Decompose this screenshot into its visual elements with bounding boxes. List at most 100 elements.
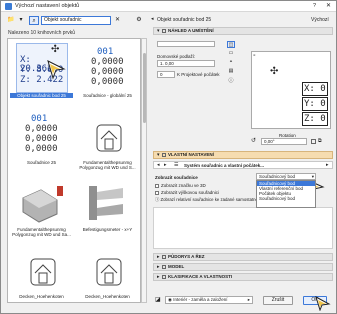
section-custom-settings[interactable]: ▾ VLASTNÍ NASTAVENÍ [153, 151, 333, 159]
library-item[interactable]: Decken_Hoehenkoten [76, 242, 139, 308]
mirror-icon[interactable]: ⧉ [318, 138, 322, 144]
library-item-caption: Fundamentalthepsunmg Polygonzug mit WD u… [12, 227, 71, 237]
library-item[interactable]: Fundamentalthepsunmg Polygonzug mit WD u… [10, 175, 73, 241]
foundation-3d-icon [22, 186, 63, 223]
info-icon[interactable]: ⓘ [227, 77, 235, 84]
library-item-caption: Befestigungsmeter - x+Y [82, 227, 133, 232]
section-title: NÁHLED A UMÍSTĚNÍ [168, 28, 214, 33]
dropdown-option[interactable]: Souřadnicový bod [257, 196, 315, 201]
library-item-caption: Souřadnice - globální 25 [83, 93, 132, 98]
layer-icon: ◪ [155, 297, 161, 303]
expand-icon: ▾ [157, 152, 160, 158]
layer-field[interactable] [157, 41, 215, 47]
show-3d-checkbox[interactable] [155, 183, 159, 188]
preview-section-icon [162, 29, 166, 33]
show-3d-row[interactable]: Zobrazit značku ve 3D [155, 183, 206, 188]
library-item[interactable]: Fundamentalthepsunmg Polygonzug mit WD u… [76, 108, 139, 174]
tab-list-icon[interactable]: ☰ [174, 162, 178, 168]
cancel-button[interactable]: Zrušit [263, 296, 293, 305]
elevation-input[interactable]: 1. 0,00 [157, 60, 215, 67]
bracket-3d-icon [89, 186, 123, 220]
floor-plan-icon [162, 255, 166, 259]
thumbnail-text: 001 [97, 47, 114, 57]
section-model[interactable]: ▸ MODEL [153, 263, 333, 271]
library-item-caption: Objekt souřadnic bod 25 [10, 93, 73, 98]
library-item[interactable]: Decken_Hoehenkoten [10, 242, 73, 308]
settings-icon[interactable]: ⚙ [133, 16, 145, 25]
library-item-thumbnail [16, 244, 68, 294]
3d-view-icon[interactable]: ▭ [227, 50, 235, 57]
default-label: Výchozí [311, 17, 329, 23]
title-bar: Výchozí nastavení objektů ? ✕ [1, 1, 336, 12]
clear-search-icon[interactable]: ✕ [114, 16, 121, 25]
object-name: Objekt souřadnic bod 25 [157, 17, 212, 23]
section-floor-plan[interactable]: ▾ NÁHLED A UMÍSTĚNÍ [153, 27, 333, 35]
search-icon[interactable]: ⌕ [29, 16, 39, 25]
app-icon [5, 3, 12, 10]
layer-select[interactable]: ◉ Interiér - zaměla a založení ▸ [165, 296, 253, 304]
library-item-thumbnail: 001 0,0000 0,0000 0,0000 [82, 43, 134, 93]
library-item[interactable]: 001 0,0000 0,0000 0,0000 Souřadnice 25 [10, 108, 73, 174]
rotation-input[interactable]: 0,00° [261, 138, 307, 145]
library-item[interactable]: 001 0,0000 0,0000 0,0000 Souřadnice - globál… [76, 41, 139, 107]
tab-next-icon[interactable]: ▸ [164, 162, 167, 168]
section-floor-plan-section[interactable]: ▸ PŮDORYS A ŘEZ [153, 253, 333, 261]
rotation-icon: ↺ [251, 138, 257, 144]
window-title: Výchozí nastavení objektů [15, 3, 80, 9]
library-browser: 📁 ▾ ⌕ Objekt souřadnic ✕ ⚙ Nalezeno 10 k… [7, 15, 147, 307]
elevation-view-icon[interactable]: ▤ [227, 68, 235, 75]
preview-y: Y: 0 [302, 97, 328, 111]
thumbnail-text: 0,0000 [25, 134, 58, 144]
coords-select-value: Souřadnicový bod [259, 174, 296, 179]
object-preview: ⊕ ✣ X: 0 Y: 0 Z: 0 [251, 51, 331, 129]
model-icon [162, 265, 166, 269]
tab-label[interactable]: Systém souřadnic a vlastní počátek... [184, 163, 264, 168]
search-input[interactable]: Objekt souřadnic [41, 16, 111, 25]
plan-view-icon[interactable]: ◫ [227, 41, 235, 48]
library-item-caption: Decken_Hoehenkoten [85, 294, 130, 299]
library-item-caption: Fundamentalthepsunmg Polygonzug mit WD u… [79, 160, 136, 170]
coords-dropdown: Souřadnicový bod Vlastní referenční bod … [256, 180, 316, 208]
section-classification[interactable]: ▸ KLASIFIKACE A VLASTNOSTI [153, 273, 333, 281]
preview-z: Z: 0 [302, 112, 328, 126]
layer-select-value: Interiér - zaměla a založení [173, 297, 228, 302]
chevron-right-icon: ▸ [247, 297, 250, 302]
preview-x: X: 0 [302, 82, 328, 96]
footer: ◪ ◉ Interiér - zaměla a založení ▸ Zrušit… [153, 295, 333, 307]
thumbnail-text: 0,0000 [91, 57, 124, 67]
section-view-icon[interactable]: ◓ [227, 59, 235, 66]
section-title: VLASTNÍ NASTAVENÍ [168, 152, 214, 157]
chevron-down-icon: ▾ [311, 174, 314, 179]
library-item-caption: Decken_Hoehenkoten [19, 294, 64, 299]
coords-select[interactable]: Souřadnicový bod ▾ [256, 173, 316, 180]
help-button[interactable]: ? [313, 3, 316, 9]
chevron-down-icon[interactable]: ▾ [17, 16, 25, 25]
show-coords-label: Zobrazit souřadnice [155, 175, 198, 180]
tab-menu-icon[interactable]: ▸ [326, 162, 329, 168]
collapse-icon[interactable]: ◂ [151, 16, 154, 22]
coordinate-marker-icon: ✣ [51, 44, 60, 55]
library-toolbar: 📁 ▾ ⌕ Objekt souřadnic ✕ ⚙ [7, 15, 147, 26]
library-item-thumbnail: 001 0,0000 0,0000 0,0000 [16, 110, 68, 160]
close-button[interactable]: ✕ [326, 2, 331, 9]
thumbnail-text: 0,0000 [91, 77, 124, 87]
coordinate-marker-icon: ✣ [270, 66, 279, 77]
show-height-row[interactable]: Zobrazit výškovou souřadnici [155, 190, 219, 195]
library-item-thumbnail [82, 244, 134, 294]
show-height-label: Zobrazit výškovou souřadnici [161, 190, 220, 195]
scrollbar-thumb[interactable] [143, 53, 146, 123]
expand-icon: ▸ [157, 264, 160, 270]
library-scrollbar[interactable] [141, 38, 147, 303]
tab-strip: ◂ ▸ ☰ Systém souřadnic a vlastní počátek… [153, 161, 333, 169]
thumbnail-text: 001 [31, 114, 48, 124]
thumbnail-text: 0,0000 [25, 144, 58, 154]
library-item[interactable]: Befestigungsmeter - x+Y [76, 175, 139, 241]
mirror-checkbox[interactable] [311, 139, 316, 144]
house-symbol-icon [30, 258, 56, 286]
tab-prev-icon[interactable]: ◂ [157, 162, 160, 168]
show-height-checkbox[interactable] [155, 190, 159, 195]
classification-icon [162, 275, 166, 279]
thumbnail-text: 0,0000 [25, 124, 58, 134]
story-offset-input[interactable]: 0 [157, 71, 175, 78]
folder-icon[interactable]: 📁 [7, 16, 15, 25]
